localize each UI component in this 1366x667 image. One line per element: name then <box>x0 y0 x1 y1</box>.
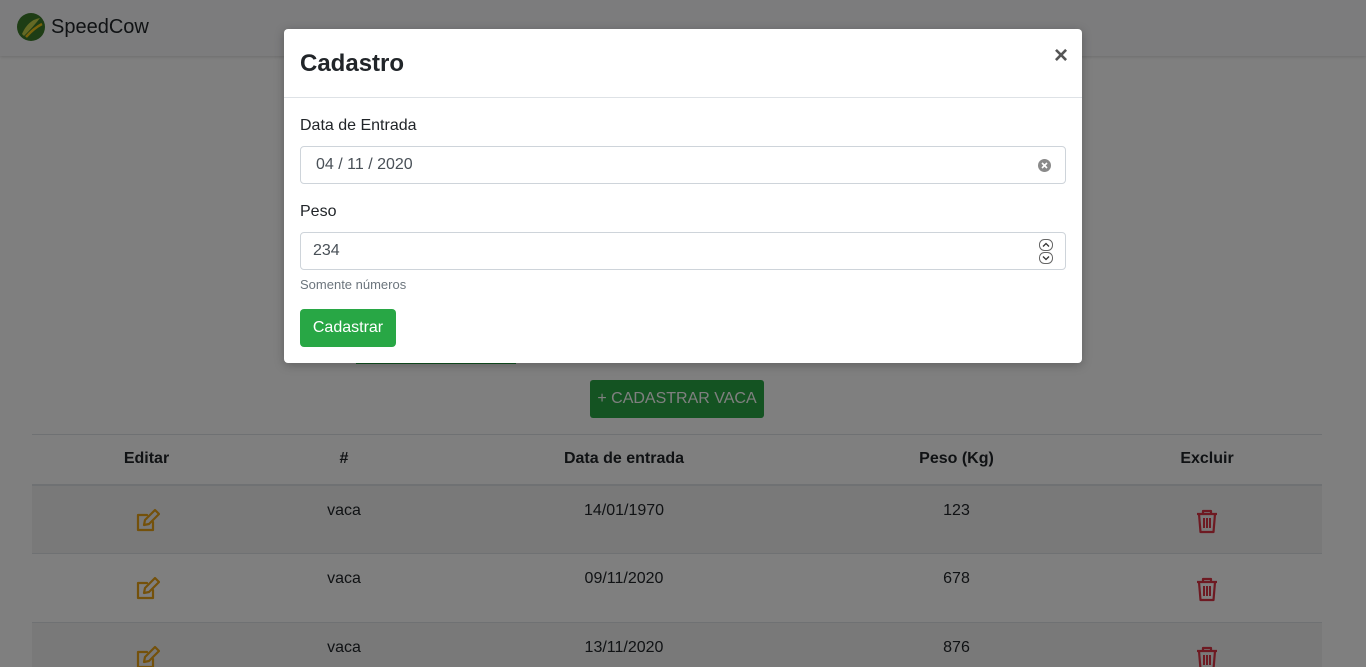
weight-hint: Somente números <box>300 277 407 292</box>
number-spinner-icon[interactable] <box>1039 239 1053 264</box>
submit-button[interactable]: Cadastrar <box>300 309 396 347</box>
modal-header: Cadastro × <box>284 29 1082 98</box>
clear-icon[interactable] <box>1038 159 1051 172</box>
weight-label: Peso <box>300 203 337 220</box>
modal-title: Cadastro <box>300 50 405 77</box>
entry-date-value: 04 / 11 / 2020 <box>316 156 413 173</box>
register-modal: Cadastro × Data de Entrada 04 / 11 / 202… <box>284 29 1082 363</box>
entry-date-input[interactable]: 04 / 11 / 2020 <box>300 146 1066 184</box>
entry-date-label: Data de Entrada <box>300 117 417 134</box>
weight-input[interactable]: 234 <box>300 232 1066 270</box>
close-button[interactable]: × <box>1054 44 1068 68</box>
weight-value: 234 <box>313 242 340 259</box>
